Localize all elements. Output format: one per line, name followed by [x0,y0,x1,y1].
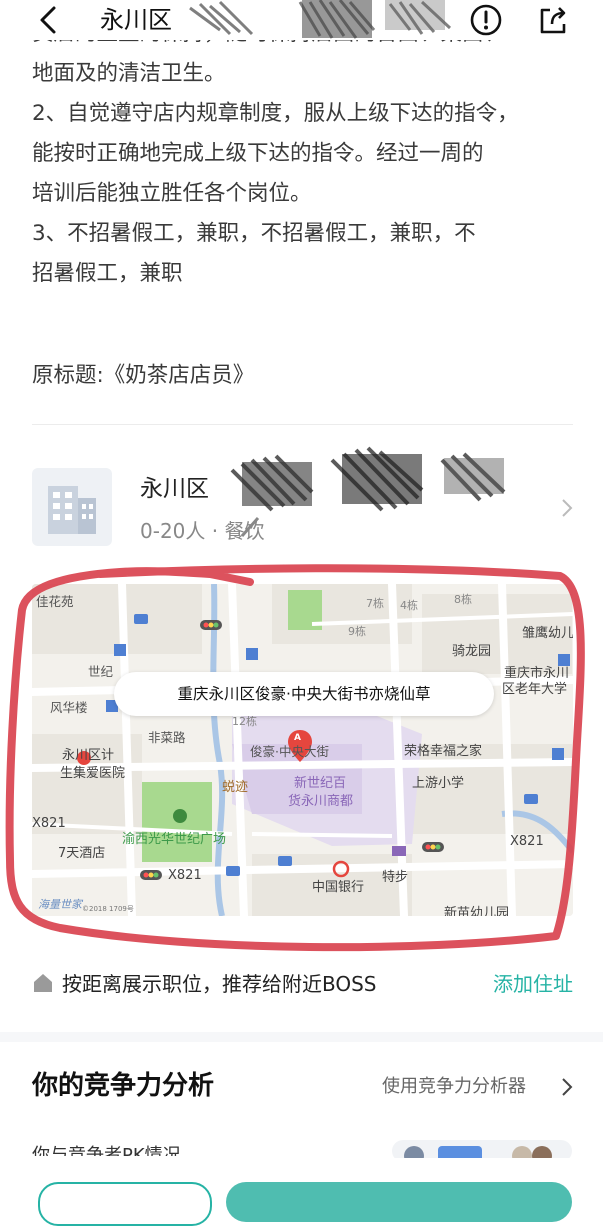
divider [32,424,573,425]
map-label: 特步 [382,870,409,885]
map-label: 雏鹰幼儿 [522,626,573,641]
map-label: 骑龙园 [452,644,492,659]
description-line: 2、自觉遵守店内规章制度，服从上级下达的指令， [32,101,519,126]
redaction-scribble [230,446,506,537]
description-line: 3、不招暑假工，兼职，不招暑假工，兼职，不 [32,221,476,246]
competitiveness-analyzer-link[interactable]: 使用竞争力分析器 [382,1072,526,1102]
bottom-action-bar [0,1158,603,1226]
map-label: 佳花苑 [36,594,74,609]
map-label: 8栋 [454,593,472,606]
address-hint: 按距离展示职位，推荐给附近BOSS [62,972,377,996]
map-provider-logo: 海量世家 [38,898,82,911]
share-icon[interactable] [536,4,570,38]
chevron-right-icon [562,499,573,517]
map-label: X821 [510,834,544,849]
map-location-callout[interactable]: 重庆永川区俊豪·中央大街书亦烧仙草 [114,672,494,716]
map-label: 风华楼 [50,700,88,715]
map-label: 非菜路 [148,730,186,745]
description-line: 能按时正确地完成上级下达的指令。经过一周的 [32,141,484,166]
home-icon [34,974,52,992]
secondary-action-button[interactable] [38,1182,212,1226]
competitiveness-title: 你的竞争力分析 [32,1071,215,1101]
map-label: 永川区计 [62,748,115,763]
map-label: 渝西光华世纪广场 [122,832,227,847]
building-icon [48,486,96,534]
competitiveness-subtitle: 你与竞争者PK情况 [32,1145,181,1156]
original-title: 原标题:《奶茶店店员》 [32,363,255,388]
chevron-right-icon[interactable] [560,1076,574,1098]
map-label: 荣格幸福之家 [404,744,483,759]
top-bar: 永川区 [0,0,603,40]
map-label: 7栋 [366,597,384,610]
map-label: 12栋 [232,715,257,728]
map-label: 世纪 [88,664,114,679]
company-logo [32,468,112,546]
location-map[interactable]: 佳花苑 7栋 4栋 8栋 9栋 雏鹰幼儿 骑龙园 重庆市永川 区老年大学 世纪 … [32,584,573,916]
map-label: 区老年大学 [502,682,568,697]
map-label: X821 [32,816,66,831]
map-label: 4栋 [400,599,418,612]
map-label: 中国银行 [312,880,365,895]
report-icon[interactable] [468,2,504,38]
map-copyright: ©2018 1709号 [82,905,134,913]
map-label: 新世纪百 [294,776,347,791]
back-arrow-icon[interactable] [28,4,68,36]
map-label: 7天酒店 [58,846,106,861]
map-label: 新苗幼儿园 [444,906,510,916]
map-label: 俊豪·中央大街 [250,744,329,759]
map-label: 9栋 [348,625,366,638]
job-description: 员店的卫生的保持，随时保持店面的台面、桌面、 地面及的清洁卫生。 2、自觉遵守店… [32,26,582,294]
map-label: X821 [168,868,202,883]
redaction-scribble [189,0,452,39]
map-marker-label: A [294,733,301,743]
section-separator [0,1032,603,1042]
map-label: 生集爱医院 [60,766,126,781]
description-line: 培训后能独立胜任各个岗位。 [32,181,312,206]
add-address-link[interactable]: 添加住址 [493,966,573,1002]
company-card[interactable]: 永川区 0-20人 · 餐饮 [32,446,573,552]
map-label: 上游小学 [412,776,465,791]
map-label: 货永川商都 [288,794,354,809]
description-line: 招暑假工，兼职 [32,261,183,286]
address-row: 按距离展示职位，推荐给附近BOSS 添加住址 [32,966,573,1002]
description-line: 地面及的清洁卫生。 [32,61,226,86]
company-name: 永川区 [140,476,209,502]
map-label: 重庆市永川 [504,666,570,681]
primary-action-button[interactable] [226,1182,572,1222]
map-label: 蜕迹 [222,780,249,795]
